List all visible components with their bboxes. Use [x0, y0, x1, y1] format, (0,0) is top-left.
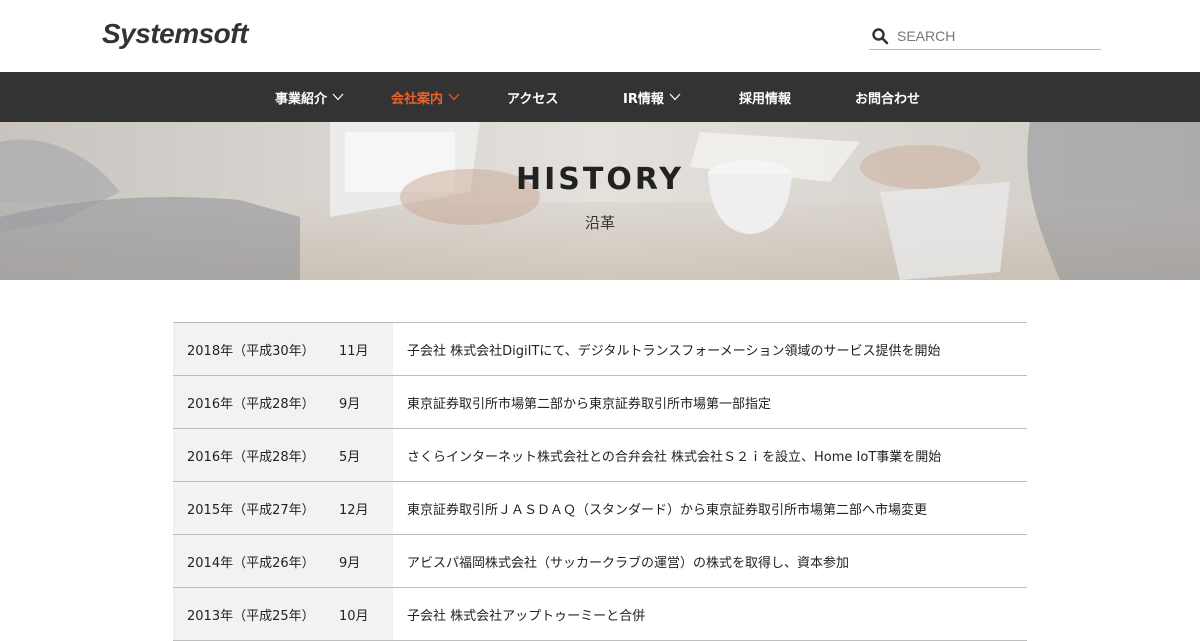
nav-item-contact[interactable]: お問合わせ — [855, 72, 920, 122]
date-cell: 2016年（平成28年） 5月 — [173, 429, 393, 481]
site-header: Systemsoft — [0, 0, 1200, 72]
date-cell: 2016年（平成28年） 9月 — [173, 376, 393, 428]
event-description: 東京証券取引所市場第二部から東京証券取引所市場第一部指定 — [407, 396, 772, 412]
hero-background-image — [0, 122, 1200, 280]
page-subtitle: 沿革 — [584, 214, 615, 232]
table-row: 2016年（平成28年） 9月 東京証券取引所市場第二部から東京証券取引所市場第… — [173, 376, 1027, 429]
history-table: 2018年（平成30年） 11月 子会社 株式会社DigiITにて、デジタルトラ… — [173, 322, 1027, 641]
table-row: 2013年（平成25年） 10月 子会社 株式会社アップトゥーミーと合併 — [173, 588, 1027, 641]
table-row: 2014年（平成26年） 9月 アビスパ福岡株式会社（サッカークラブの運営）の株… — [173, 535, 1027, 588]
event-description: さくらインターネット株式会社との合弁会社 株式会社Ｓ２ｉを設立、Home IoT… — [407, 449, 942, 465]
year-text: 2016年（平成28年） — [187, 396, 315, 412]
nav-item-recruit[interactable]: 採用情報 — [739, 72, 791, 122]
search-icon[interactable] — [871, 27, 889, 45]
year-text: 2013年（平成25年） — [187, 608, 315, 624]
date-cell: 2014年（平成26年） 9月 — [173, 535, 393, 587]
main-nav: 事業紹介 会社案内 アクセス IR情報 採用情報 お問合わせ — [0, 72, 1200, 122]
chevron-down-icon — [669, 93, 681, 101]
nav-item-label: アクセス — [507, 91, 559, 107]
nav-item-company[interactable]: 会社案内 — [391, 72, 460, 122]
nav-item-label: 採用情報 — [739, 91, 792, 107]
event-description: アビスパ福岡株式会社（サッカークラブの運営）の株式を取得し、資本参加 — [407, 555, 850, 571]
year-text: 2018年（平成30年） — [187, 343, 315, 359]
nav-item-label: 会社案内 — [391, 91, 444, 107]
hero-banner: HISTORY 沿革 — [0, 122, 1200, 280]
year-text: 2015年（平成27年） — [187, 502, 315, 518]
page-title: HISTORY — [515, 162, 685, 197]
nav-item-label: お問合わせ — [855, 91, 921, 107]
date-cell: 2013年（平成25年） 10月 — [173, 588, 393, 640]
month-text: 12月 — [339, 502, 369, 518]
table-row: 2016年（平成28年） 5月 さくらインターネット株式会社との合弁会社 株式会… — [173, 429, 1027, 482]
event-description: 子会社 株式会社アップトゥーミーと合併 — [407, 608, 646, 624]
table-row: 2015年（平成27年） 12月 東京証券取引所ＪＡＳＤＡＱ（スタンダード）から… — [173, 482, 1027, 535]
nav-item-label: 事業紹介 — [275, 91, 328, 107]
date-cell: 2018年（平成30年） 11月 — [173, 323, 393, 375]
nav-item-label: IR情報 — [623, 91, 664, 107]
chevron-down-icon — [448, 93, 460, 101]
year-text: 2014年（平成26年） — [187, 555, 315, 571]
year-text: 2016年（平成28年） — [187, 449, 315, 465]
nav-item-ir[interactable]: IR情報 — [623, 72, 681, 122]
table-row: 2018年（平成30年） 11月 子会社 株式会社DigiITにて、デジタルトラ… — [173, 323, 1027, 376]
event-description: 子会社 株式会社DigiITにて、デジタルトランスフォーメーション領域のサービス… — [407, 343, 941, 359]
month-text: 10月 — [339, 608, 369, 624]
search-box — [869, 22, 1101, 50]
month-text: 11月 — [339, 343, 369, 359]
event-description: 東京証券取引所ＪＡＳＤＡＱ（スタンダード）から東京証券取引所市場第二部へ市場変更 — [407, 502, 928, 518]
date-cell: 2015年（平成27年） 12月 — [173, 482, 393, 534]
search-input[interactable] — [897, 27, 1087, 44]
month-text: 9月 — [339, 396, 361, 412]
month-text: 5月 — [339, 449, 361, 465]
chevron-down-icon — [332, 93, 344, 101]
month-text: 9月 — [339, 555, 361, 571]
nav-item-access[interactable]: アクセス — [507, 72, 558, 122]
site-logo[interactable]: Systemsoft — [102, 18, 248, 50]
nav-item-business[interactable]: 事業紹介 — [275, 72, 344, 122]
